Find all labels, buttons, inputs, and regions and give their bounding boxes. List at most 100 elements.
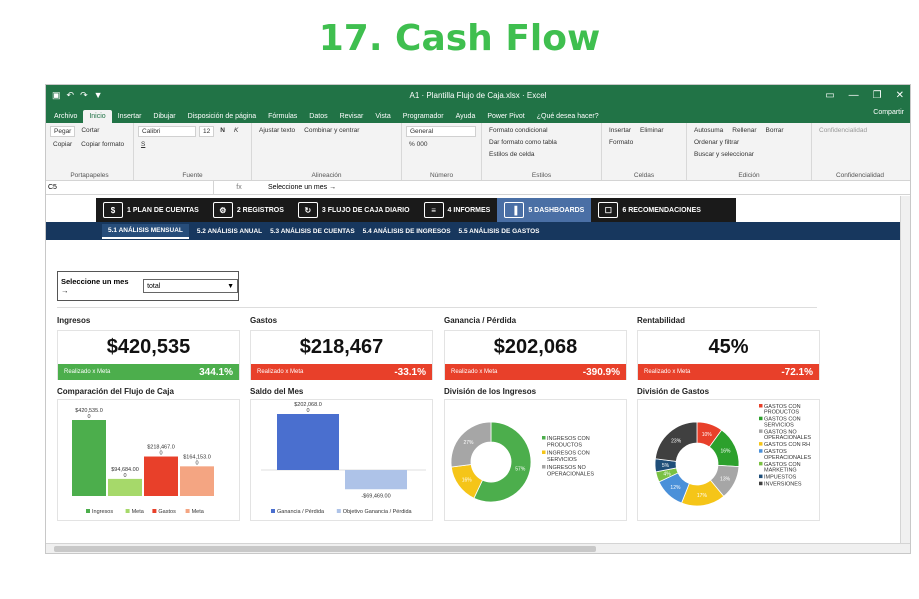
maximize-icon[interactable]: ❐	[873, 90, 882, 101]
tab-inicio[interactable]: Inicio	[83, 110, 112, 123]
month-dropdown[interactable]: total ▼	[143, 279, 238, 293]
vertical-scrollbar[interactable]	[900, 196, 910, 543]
subtab-analisis-gastos[interactable]: 5.5 ANÁLISIS DE GASTOS	[459, 228, 540, 235]
fx-icon[interactable]: fx	[214, 184, 264, 191]
chart-title-gastos: División de Gastos	[637, 387, 710, 396]
bold-button[interactable]: N	[217, 126, 228, 137]
subtab-analisis-mensual[interactable]: 5.1 ANÁLISIS MENSUAL	[102, 223, 189, 239]
kpi-value: $218,467	[299, 336, 384, 358]
nav-dashboards[interactable]: ▐ 5 DASHBOARDS	[497, 198, 592, 222]
quick-access-toolbar: ▣ ↶ ↷ ▼	[46, 90, 103, 101]
autosum-button[interactable]: Autosuma	[691, 126, 726, 135]
chart-svg-saldo: $202,068.00-$69,469.00Ganancia / Pérdida…	[261, 402, 426, 515]
wrap-text-button[interactable]: Ajustar texto	[256, 126, 298, 135]
underline-button[interactable]: S	[138, 140, 148, 149]
scroll-thumb[interactable]	[54, 546, 596, 552]
sort-filter-button[interactable]: Ordenar y filtrar	[691, 138, 742, 147]
legend-swatch	[759, 442, 763, 446]
tab-vista[interactable]: Vista	[369, 110, 396, 123]
clear-button[interactable]: Borrar	[763, 126, 787, 135]
paste-button[interactable]: Pegar	[50, 126, 76, 137]
tab-ayuda[interactable]: Ayuda	[450, 110, 482, 123]
legend-label: Meta	[192, 509, 205, 515]
tab-datos[interactable]: Datos	[303, 110, 333, 123]
legend-label: Gastos	[158, 509, 176, 515]
fill-button[interactable]: Rellenar	[729, 126, 759, 135]
tab-archivo[interactable]: Archivo	[48, 110, 83, 123]
format-table-button[interactable]: Dar formato como tabla	[486, 138, 560, 147]
save-icon[interactable]: ▣	[52, 90, 61, 101]
font-name-select[interactable]: Calibri	[138, 126, 196, 137]
legend-label: GASTOS CON MARKETING	[764, 462, 801, 474]
kpi-card-rentabilidad: 45% Realizado x Meta -72.1%	[637, 330, 820, 380]
find-select-button[interactable]: Buscar y seleccionar	[691, 150, 757, 159]
slice-label: 17%	[697, 493, 708, 499]
format-painter-button[interactable]: Copiar formato	[78, 140, 127, 149]
slice-label: 10%	[702, 432, 713, 438]
kpi-card-ganancia: $202,068 Realizado x Meta -390.9%	[444, 330, 627, 380]
chart-gastos: 10% 16% 13% 17% 12% 4% 5% 23% GASTOS CON PRODUCTO…	[637, 399, 820, 521]
slice-label: 4%	[663, 472, 671, 478]
tab-dibujar[interactable]: Dibujar	[147, 110, 181, 123]
cut-button[interactable]: Cortar	[78, 126, 102, 137]
subtab-analisis-anual[interactable]: 5.2 ANÁLISIS ANUAL	[197, 228, 262, 235]
slice-label: 23%	[671, 438, 682, 444]
nav-plan-de-cuentas[interactable]: $1 PLAN DE CUENTAS	[96, 198, 206, 222]
undo-icon[interactable]: ↶	[67, 90, 75, 101]
merge-center-button[interactable]: Combinar y centrar	[301, 126, 362, 135]
group-label: Celdas	[633, 172, 655, 179]
italic-button[interactable]: K	[231, 126, 241, 137]
slice-label: 27%	[463, 440, 474, 446]
slice-label: 16%	[462, 478, 473, 484]
chart-title-comparacion: Comparación del Flujo de Caja	[57, 387, 174, 396]
bar	[108, 478, 142, 496]
nav-label: 2 REGISTROS	[236, 206, 284, 214]
tell-me-search[interactable]: ¿Qué desea hacer?	[531, 110, 605, 123]
cell-styles-button[interactable]: Estilos de celda	[486, 150, 538, 159]
horizontal-scrollbar[interactable]	[46, 543, 910, 553]
month-selector-label: Seleccione un mes →	[61, 277, 129, 295]
group-celdas: Insertar Eliminar Formato Celdas	[602, 123, 687, 180]
conditional-format-button[interactable]: Formato condicional	[486, 126, 551, 135]
chart-ingresos: 57% 16% 27% INGRESOS CON PRODUCTOS INGRESOS C…	[444, 399, 627, 521]
subtab-analisis-ingresos[interactable]: 5.4 ANÁLISIS DE INGRESOS	[363, 228, 451, 235]
redo-icon[interactable]: ↷	[80, 90, 88, 101]
nav-informes[interactable]: ≡ 4 INFORMES	[417, 198, 498, 222]
kpi-bar-label: Realizado x Meta	[451, 369, 498, 375]
legend-label: Ganancia / Pérdida	[277, 509, 325, 515]
nav-flujo-de-caja-diario[interactable]: ↻ 3 FLUJO DE CAJA DIARIO	[291, 198, 417, 222]
tab-revisar[interactable]: Revisar	[334, 110, 370, 123]
percent-button[interactable]: % 000	[406, 140, 430, 149]
group-label: Confidencialidad	[835, 172, 885, 179]
group-label: Fuente	[182, 172, 203, 179]
nav-recomendaciones[interactable]: ☐ 6 RECOMENDACIONES	[591, 198, 708, 222]
number-format-select[interactable]: General	[406, 126, 476, 137]
legend-label: INGRESOS CON SERVICIOS	[547, 451, 590, 464]
bar-chart-icon: ▐	[504, 202, 525, 218]
kpi-status-bar: Realizado x Meta -390.9%	[445, 364, 626, 380]
delete-cells-button[interactable]: Eliminar	[637, 126, 666, 135]
close-icon[interactable]: ✕	[896, 90, 904, 101]
tab-disposicion[interactable]: Disposición de página	[182, 110, 263, 123]
font-size-select[interactable]: 12	[199, 126, 215, 137]
legend-swatch	[759, 416, 763, 421]
group-label: Alineación	[311, 172, 342, 179]
sensitivity-button[interactable]: Confidencialidad	[816, 126, 870, 135]
minimize-icon[interactable]: —	[849, 90, 859, 101]
subtab-analisis-cuentas[interactable]: 5.3 ANÁLISIS DE CUENTAS	[270, 228, 355, 235]
share-button[interactable]: Compartir	[873, 109, 904, 116]
group-fuente: Calibri 12 N K S Fuente	[134, 123, 252, 180]
name-box[interactable]: C5	[46, 181, 214, 194]
tab-insertar[interactable]: Insertar	[112, 110, 148, 123]
tab-formulas[interactable]: Fórmulas	[262, 110, 303, 123]
copy-button[interactable]: Copiar	[50, 140, 75, 149]
tab-power-pivot[interactable]: Power Pivot	[481, 110, 530, 123]
ribbon-display-icon[interactable]: ▭	[825, 90, 834, 101]
nav-registros[interactable]: ⚙ 2 REGISTROS	[206, 198, 291, 222]
insert-cells-button[interactable]: Insertar	[606, 126, 634, 135]
customize-icon[interactable]: ▼	[94, 90, 103, 101]
bar	[345, 470, 407, 490]
format-cells-button[interactable]: Formato	[606, 138, 636, 147]
tab-programador[interactable]: Programador	[397, 110, 450, 123]
formula-input[interactable]: Seleccione un mes →	[264, 184, 336, 191]
